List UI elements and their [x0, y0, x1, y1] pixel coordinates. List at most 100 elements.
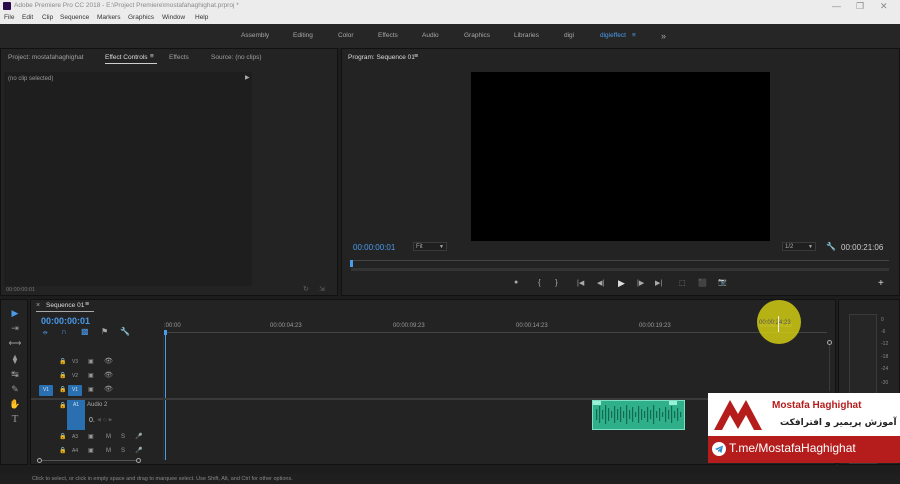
menu-clip[interactable]: Clip	[42, 12, 53, 24]
lock-icon[interactable]: 🔒	[59, 446, 66, 456]
sync-lock-icon[interactable]: ▣	[88, 385, 94, 395]
workspace-effects[interactable]: Effects	[378, 24, 398, 48]
vertical-scroll-track[interactable]	[829, 345, 830, 391]
track-target-a4[interactable]: A4	[68, 446, 82, 457]
hand-tool-icon[interactable]: ✋	[8, 398, 22, 410]
workspace-assembly[interactable]: Assembly	[241, 24, 269, 48]
workspace-audio[interactable]: Audio	[422, 24, 439, 48]
eye-icon[interactable]: 👁	[104, 385, 113, 395]
timeline-menu-icon[interactable]: ≡	[85, 301, 89, 308]
lock-icon[interactable]: 🔒	[59, 432, 66, 442]
eye-icon[interactable]: 👁	[104, 371, 113, 381]
header-scroll-track[interactable]	[42, 460, 136, 461]
wrench-icon[interactable]: 🔧	[826, 242, 836, 251]
eye-icon[interactable]: 👁	[104, 357, 113, 367]
solo-button[interactable]: S	[121, 432, 125, 442]
selection-tool-icon[interactable]: ▶	[8, 307, 22, 319]
solo-button[interactable]: S	[121, 446, 125, 456]
source-patch-a1-strip[interactable]: A1	[67, 400, 85, 430]
track-select-tool-icon[interactable]: ⇥	[8, 322, 22, 334]
header-scroll-handle-right[interactable]	[136, 458, 141, 463]
lock-icon[interactable]: 🔒	[59, 385, 66, 395]
workspace-color[interactable]: Color	[338, 24, 354, 48]
program-scrub-track[interactable]	[351, 260, 889, 261]
workspace-digi[interactable]: digi	[564, 24, 574, 48]
audio-volume-value[interactable]: 0.	[89, 417, 95, 424]
effect-controls-menu-icon[interactable]: ≡	[150, 53, 154, 60]
lift-icon[interactable]: ⬚	[679, 279, 686, 287]
audio-keyframe-controls[interactable]: ◀◇▶	[97, 417, 141, 425]
sync-lock-icon[interactable]: ▣	[88, 432, 94, 442]
expand-icon[interactable]: ▶	[245, 74, 250, 81]
slip-tool-icon[interactable]: ↹	[8, 368, 22, 380]
program-menu-icon[interactable]: ≡	[414, 53, 418, 60]
maximize-button[interactable]: ❐	[856, 0, 864, 12]
sync-lock-icon[interactable]: ▣	[88, 446, 94, 456]
menu-window[interactable]: Window	[162, 12, 185, 24]
timeline-timecode[interactable]: 00:00:00:01	[41, 316, 90, 326]
track-target-v1[interactable]: V1	[68, 385, 82, 396]
extract-icon[interactable]: ⬛	[698, 279, 707, 287]
tab-project[interactable]: Project: mostafahaghighat	[8, 54, 84, 61]
menu-file[interactable]: File	[4, 12, 14, 24]
menu-help[interactable]: Help	[195, 12, 208, 24]
fit-dropdown[interactable]: Fit ▼	[413, 242, 447, 251]
mute-button[interactable]: M	[106, 432, 111, 442]
snap-icon[interactable]: ∩	[61, 327, 67, 336]
track-target-a3[interactable]: A3	[68, 432, 82, 443]
linked-selection-icon[interactable]: ▩	[81, 327, 89, 336]
type-tool-icon[interactable]: T	[8, 413, 22, 425]
lock-icon[interactable]: 🔒	[59, 371, 66, 381]
add-marker-icon[interactable]: ●	[514, 279, 518, 286]
tab-effect-controls[interactable]: Effect Controls	[105, 54, 148, 61]
timeline-ruler[interactable]: :00:00 00:00:04:23 00:00:09:23 00:00:14:…	[164, 320, 827, 334]
play-button[interactable]: ▶	[618, 278, 625, 289]
filter-icon[interactable]: ↻	[303, 285, 309, 293]
razor-tool-icon[interactable]: ⧫	[8, 353, 22, 365]
go-to-in-icon[interactable]: |◀	[577, 279, 584, 287]
timeline-settings-icon[interactable]: 🔧	[120, 327, 130, 336]
track-target-v2[interactable]: V2	[68, 371, 82, 382]
ripple-edit-tool-icon[interactable]: ⟷	[8, 337, 22, 349]
workspace-graphics[interactable]: Graphics	[464, 24, 490, 48]
program-timecode-current[interactable]: 00:00:00:01	[353, 243, 395, 252]
source-patch-v1[interactable]: V1	[39, 385, 53, 396]
export-frame-icon[interactable]: 📷	[718, 278, 727, 286]
add-button[interactable]: +	[878, 278, 884, 289]
menu-edit[interactable]: Edit	[22, 12, 33, 24]
menu-sequence[interactable]: Sequence	[60, 12, 89, 24]
lock-icon[interactable]: 🔒	[59, 357, 66, 367]
program-video-frame[interactable]	[471, 72, 770, 241]
track-target-v3[interactable]: V3	[68, 357, 82, 368]
minimize-button[interactable]: —	[832, 0, 841, 12]
workspace-libraries[interactable]: Libraries	[514, 24, 539, 48]
close-button[interactable]: ✕	[880, 0, 888, 12]
program-playhead[interactable]	[350, 260, 353, 267]
mark-out-icon[interactable]: }	[555, 278, 558, 287]
pen-tool-icon[interactable]: ✎	[8, 383, 22, 395]
mute-button[interactable]: M	[106, 446, 111, 456]
tab-sequence[interactable]: Sequence 01	[46, 302, 84, 309]
voiceover-icon[interactable]: 🎤	[135, 432, 142, 442]
nest-icon[interactable]: ⦵	[42, 327, 49, 337]
workspace-editing[interactable]: Editing	[293, 24, 313, 48]
program-zoom-bar[interactable]	[351, 268, 889, 271]
sync-lock-icon[interactable]: ▣	[88, 371, 94, 381]
mark-in-icon[interactable]: {	[538, 278, 541, 287]
marker-icon[interactable]: ⚑	[101, 327, 108, 336]
resolution-dropdown[interactable]: 1/2 ▼	[782, 242, 816, 251]
sync-lock-icon[interactable]: ▣	[88, 357, 94, 367]
audio-clip[interactable]	[592, 400, 685, 430]
export-icon[interactable]: ⇲	[319, 285, 325, 293]
step-forward-icon[interactable]: |▶	[637, 279, 644, 287]
step-back-icon[interactable]: ◀|	[597, 279, 604, 287]
workspace-digieffect[interactable]: digieffect	[600, 24, 626, 48]
go-to-out-icon[interactable]: ▶|	[655, 279, 662, 287]
menu-markers[interactable]: Markers	[97, 12, 120, 24]
workspace-overflow-icon[interactable]: »	[661, 24, 666, 48]
tab-source[interactable]: Source: (no clips)	[211, 54, 262, 61]
close-tab-icon[interactable]: ×	[36, 302, 40, 309]
workspace-menu-icon[interactable]: ≡	[632, 24, 636, 48]
voiceover-icon[interactable]: 🎤	[135, 446, 142, 456]
menu-graphics[interactable]: Graphics	[128, 12, 154, 24]
